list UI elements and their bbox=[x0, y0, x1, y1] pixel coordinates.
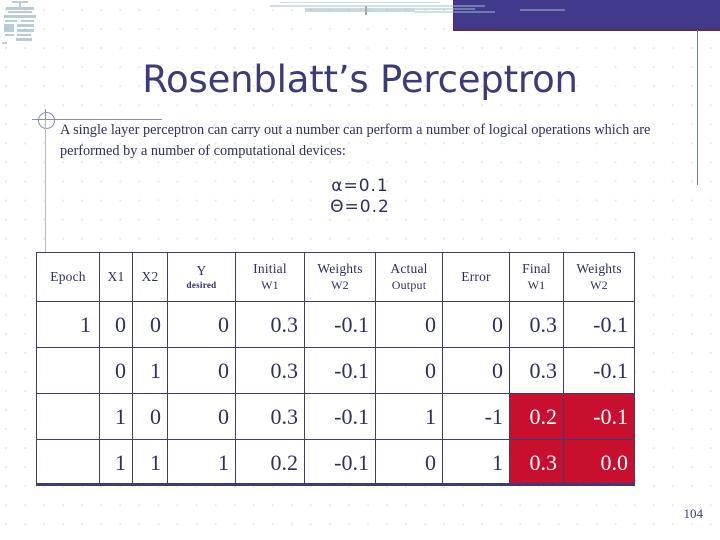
page-title: Rosenblatt’s Perceptron bbox=[142, 58, 578, 101]
table-cell: 0 bbox=[375, 347, 443, 394]
table-header-row: Epoch X1 X2 Ydesired Initial W1 Weights W2 Actua… bbox=[36, 252, 635, 302]
table-cell: 0 bbox=[442, 301, 510, 348]
alpha-formula: α=0.1 bbox=[331, 176, 389, 196]
table-cell: 1 bbox=[375, 393, 443, 440]
table-header-cell: Epoch bbox=[36, 252, 100, 302]
watermark-flowchart-graphic bbox=[2, 1, 38, 45]
table-header-line1: Actual bbox=[390, 261, 428, 277]
table-header-line1: Weights bbox=[317, 261, 363, 277]
table-cell: -0.1 bbox=[563, 347, 635, 394]
table-header-cell: Initial W1 bbox=[235, 252, 305, 302]
table-cell: 0.3 bbox=[235, 393, 305, 440]
table-cell: 0.3 bbox=[235, 347, 305, 394]
right-vertical-rule bbox=[697, 30, 698, 185]
table-header-cell: X2 bbox=[132, 252, 168, 302]
table-cell: 0 bbox=[375, 301, 443, 348]
table-header-line1: Y bbox=[196, 262, 207, 278]
theta-formula: Θ=0.2 bbox=[330, 197, 390, 218]
table-cell: 1 bbox=[132, 347, 168, 394]
table-cell: 0 bbox=[132, 393, 168, 440]
table-cell: 0 bbox=[132, 301, 168, 348]
table-cell: 0.2 bbox=[509, 393, 564, 440]
table-cell: 0.2 bbox=[235, 439, 305, 486]
table-cell: 0 bbox=[375, 439, 443, 486]
table-row: 1 1 1 0.2 -0.1 0 1 0.3 0.0 bbox=[36, 439, 635, 486]
table-cell bbox=[36, 393, 100, 440]
table-cell: 1 bbox=[167, 439, 236, 486]
table-header-line1: Epoch bbox=[50, 268, 86, 284]
table-header-line1: Initial bbox=[253, 261, 287, 277]
table-cell: 0 bbox=[167, 301, 236, 348]
table-header-cell: Weights W2 bbox=[563, 252, 635, 302]
table-row: 1 0 0 0.3 -0.1 1 -1 0.2 -0.1 bbox=[36, 393, 635, 440]
table-cell: 0.3 bbox=[235, 301, 305, 348]
table-header-line2: W2 bbox=[331, 277, 349, 292]
table-cell: 1 bbox=[36, 301, 100, 348]
perceptron-training-table-wrap: Epoch X1 X2 Ydesired Initial W1 Weights W2 Actua… bbox=[36, 252, 635, 486]
page-number: 104 bbox=[683, 506, 704, 521]
table-cell: -1 bbox=[442, 393, 510, 440]
table-cell: 1 bbox=[99, 439, 133, 486]
header-accent-bar bbox=[453, 0, 720, 31]
table-cell: 0 bbox=[167, 347, 236, 394]
slide-canvas: Rosenblatt’s Perceptron A single layer p… bbox=[0, 0, 720, 540]
table-header-line2: W1 bbox=[527, 277, 546, 292]
table-header-cell: Final W1 bbox=[509, 252, 564, 302]
table-cell: -0.1 bbox=[304, 393, 376, 440]
table-cell: 1 bbox=[442, 439, 510, 486]
table-cell: -0.1 bbox=[563, 393, 635, 440]
table-header-cell: X1 bbox=[99, 252, 133, 302]
table-cell: 1 bbox=[132, 439, 168, 486]
table-header-line2: W1 bbox=[261, 277, 279, 292]
table-header-cell: Weights W2 bbox=[304, 252, 376, 302]
table-cell: 1 bbox=[99, 393, 133, 440]
formula-block: α=0.1 Θ=0.2 bbox=[0, 176, 720, 219]
table-header-line1: Weights bbox=[576, 261, 622, 277]
table-cell: -0.1 bbox=[304, 439, 376, 486]
table-header-line1: X2 bbox=[141, 268, 159, 284]
table-cell: 0.3 bbox=[509, 301, 564, 348]
table-cell: -0.1 bbox=[304, 301, 376, 348]
table-header-line2: W2 bbox=[590, 277, 608, 292]
table-cell: 0 bbox=[99, 301, 133, 348]
table-header-line1: X1 bbox=[107, 268, 125, 284]
table-cell: 0 bbox=[167, 393, 236, 440]
table-cell: -0.1 bbox=[304, 347, 376, 394]
watermark-banner-graphic bbox=[270, 2, 565, 18]
table-header-line1: Error bbox=[461, 268, 491, 284]
table-header-cell: Error bbox=[442, 252, 510, 302]
table-cell bbox=[36, 347, 100, 394]
table-cell: 0.3 bbox=[509, 347, 564, 394]
table-cell bbox=[36, 439, 100, 486]
body-paragraph: A single layer perceptron can carry out … bbox=[60, 122, 651, 160]
table-header-cell: Ydesired bbox=[167, 252, 236, 302]
table-cell: 0.0 bbox=[563, 439, 635, 486]
table-bottom-rule bbox=[36, 483, 634, 485]
table-cell: 0.3 bbox=[509, 439, 564, 486]
table-header-line1: Final bbox=[522, 261, 551, 277]
table-header-line2: desired bbox=[186, 279, 217, 290]
bullet-circle-icon bbox=[38, 112, 55, 129]
table-header-line2: Output bbox=[391, 277, 427, 292]
table-row: 0 1 0 0.3 -0.1 0 0 0.3 -0.1 bbox=[36, 347, 635, 394]
table-row: 1 0 0 0 0.3 -0.1 0 0 0.3 -0.1 bbox=[36, 301, 635, 348]
perceptron-training-table: Epoch X1 X2 Ydesired Initial W1 Weights W2 Actua… bbox=[36, 252, 635, 486]
table-cell: 0 bbox=[442, 347, 510, 394]
table-header-cell: Actual Output bbox=[375, 252, 443, 302]
table-body: 1 0 0 0 0.3 -0.1 0 0 0.3 -0.1 0 1 0 0.3 -0.1 0 0 0.3 -0.1 1… bbox=[36, 301, 635, 486]
table-cell: -0.1 bbox=[563, 301, 635, 348]
table-cell: 0 bbox=[99, 347, 133, 394]
